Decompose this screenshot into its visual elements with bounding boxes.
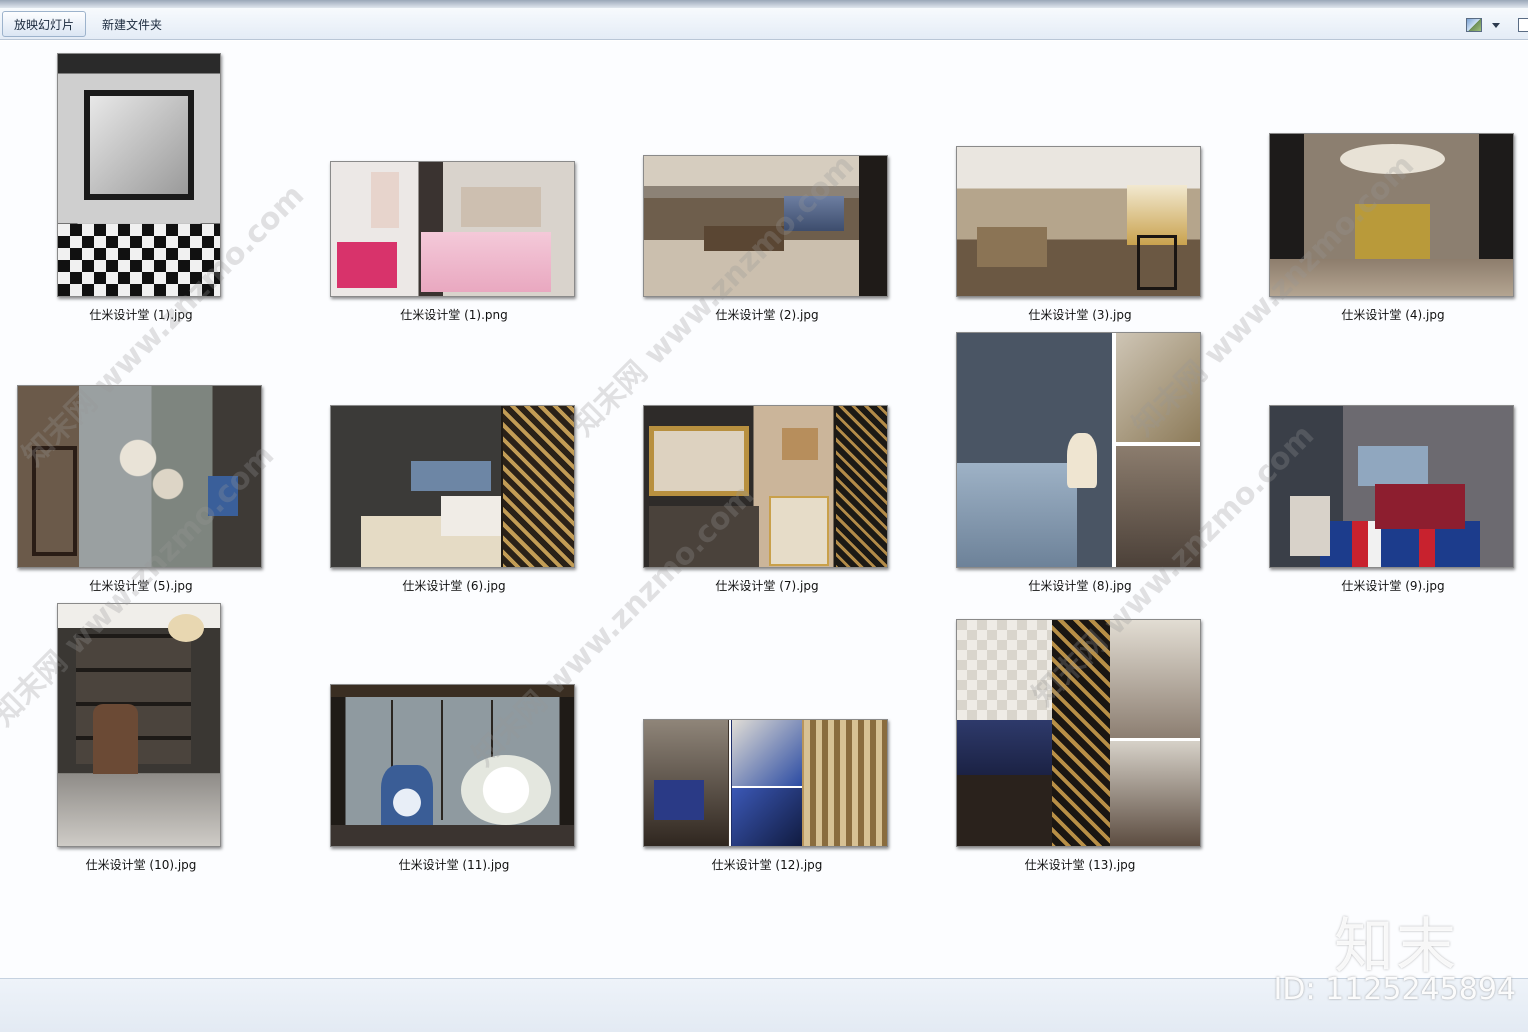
image-thumbnail[interactable] <box>643 155 888 297</box>
image-thumbnail[interactable] <box>330 405 575 568</box>
file-name[interactable]: 仕米设计堂 (8).jpg <box>950 577 1210 594</box>
preview-pane-icon[interactable] <box>1518 18 1528 32</box>
view-controls <box>1466 14 1528 36</box>
image-thumbnail[interactable] <box>330 684 575 847</box>
change-view-icon[interactable] <box>1466 18 1482 32</box>
file-list-view: 仕米设计堂 (1).jpg 仕米设计堂 (1).png 仕米设计堂 (2).jp… <box>0 41 1528 978</box>
image-thumbnail[interactable] <box>956 332 1201 568</box>
image-thumbnail[interactable] <box>17 385 262 568</box>
file-name[interactable]: 仕米设计堂 (5).jpg <box>11 577 271 594</box>
image-thumbnail[interactable] <box>1269 133 1514 297</box>
file-name[interactable]: 仕米设计堂 (7).jpg <box>637 577 897 594</box>
file-name[interactable]: 仕米设计堂 (10).jpg <box>11 856 271 873</box>
file-name[interactable]: 仕米设计堂 (11).jpg <box>324 856 584 873</box>
image-thumbnail[interactable] <box>643 719 888 847</box>
image-thumbnail[interactable] <box>956 146 1201 297</box>
image-thumbnail[interactable] <box>643 405 888 568</box>
file-name[interactable]: 仕米设计堂 (12).jpg <box>637 856 897 873</box>
chevron-down-icon[interactable] <box>1492 22 1500 28</box>
new-folder-button[interactable]: 新建文件夹 <box>90 11 174 37</box>
file-name[interactable]: 仕米设计堂 (2).jpg <box>637 306 897 323</box>
image-thumbnail[interactable] <box>1269 405 1514 568</box>
slideshow-button[interactable]: 放映幻灯片 <box>2 11 87 37</box>
file-name[interactable]: 仕米设计堂 (9).jpg <box>1263 577 1523 594</box>
file-name[interactable]: 仕米设计堂 (13).jpg <box>950 856 1210 873</box>
file-name[interactable]: 仕米设计堂 (1).jpg <box>11 306 271 323</box>
explorer-toolbar: 放映幻灯片 新建文件夹 <box>0 8 1528 40</box>
image-thumbnail[interactable] <box>330 161 575 297</box>
file-name[interactable]: 仕米设计堂 (3).jpg <box>950 306 1210 323</box>
watermark-id: ID: 1125245894 <box>1273 972 1516 1007</box>
file-name[interactable]: 仕米设计堂 (1).png <box>324 306 584 323</box>
file-name[interactable]: 仕米设计堂 (4).jpg <box>1263 306 1523 323</box>
image-thumbnail[interactable] <box>956 619 1201 847</box>
image-thumbnail[interactable] <box>57 603 221 847</box>
image-thumbnail[interactable] <box>57 53 221 297</box>
window-title-strip <box>0 0 1528 8</box>
file-name[interactable]: 仕米设计堂 (6).jpg <box>324 577 584 594</box>
